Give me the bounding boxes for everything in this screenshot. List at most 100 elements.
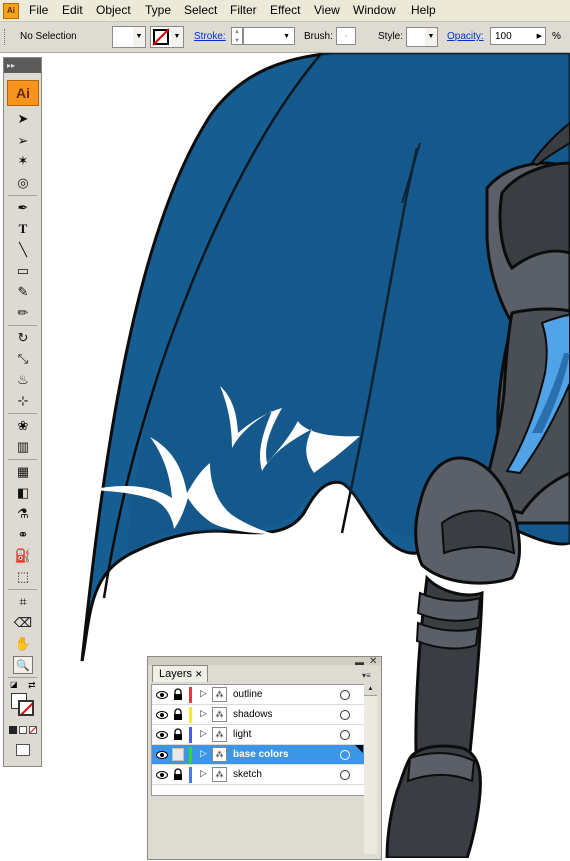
free-transform-tool-icon[interactable]: ⊹ [13,392,33,410]
stroke-weight-field[interactable]: ▼ [243,27,295,45]
lock-icon[interactable] [172,688,184,701]
menu-filter[interactable]: Filter [230,3,257,17]
illustrator-app-icon[interactable]: Ai [3,3,19,19]
panel-minimize-icon[interactable]: ▬ [355,657,364,667]
tab-layers[interactable]: Layers ✕ [152,665,208,682]
opacity-unit: % [552,31,561,42]
line-tool-icon[interactable]: ╲ [13,241,33,259]
column-graph-tool-icon[interactable]: ▥ [13,438,33,456]
menu-view[interactable]: View [314,3,340,17]
none-mode-icon[interactable] [29,726,37,734]
color-mode-icon[interactable] [9,726,17,734]
stroke-color-icon[interactable] [18,700,34,716]
menu-effect[interactable]: Effect [270,3,300,17]
tools-panel-header[interactable]: ▸▸ [4,58,41,73]
tab-close-icon[interactable]: ✕ [195,666,203,683]
layer-row[interactable]: ▷ ⁂ base colors [152,745,364,765]
current-layer-indicator [355,745,363,753]
style-dropdown-arrow[interactable]: ▼ [425,27,438,47]
live-paint-selection-tool-icon[interactable]: ⬚ [13,568,33,586]
mesh-tool-icon[interactable]: ▦ [13,463,33,481]
opacity-label[interactable]: Opacity: [447,31,484,42]
target-circle-icon[interactable] [340,690,350,700]
layer-name[interactable]: outline [233,689,262,700]
pencil-tool-icon[interactable]: ✏ [13,304,33,322]
expand-triangle-icon[interactable]: ▷ [200,708,207,719]
stroke-swatch[interactable] [150,26,172,48]
target-circle-icon[interactable] [340,750,350,760]
target-circle-icon[interactable] [340,770,350,780]
rotate-tool-icon[interactable]: ↻ [13,329,33,347]
menu-file[interactable]: File [29,3,48,17]
type-tool-icon[interactable]: T [13,220,33,238]
lock-icon[interactable] [172,708,184,721]
layer-name[interactable]: light [233,729,251,740]
layer-row[interactable]: ▷ ⁂ shadows [152,705,364,725]
lasso-tool-icon[interactable]: ◎ [13,174,33,192]
pen-tool-icon[interactable]: ✒ [13,199,33,217]
control-bar-grip[interactable] [4,29,8,45]
stroke-label[interactable]: Stroke: [194,31,226,42]
default-colors-icon[interactable]: ◪ [10,680,18,689]
panel-menu-icon[interactable]: ▾≡ [362,671,371,680]
visibility-eye-icon[interactable] [156,710,168,720]
warp-tool-icon[interactable]: ♨ [13,371,33,389]
screen-mode-icon[interactable] [16,744,30,756]
layer-row[interactable]: ▷ ⁂ sketch [152,765,364,785]
expand-triangle-icon[interactable]: ▷ [200,748,207,759]
visibility-eye-icon[interactable] [156,690,168,700]
expand-triangle-icon[interactable]: ▷ [200,768,207,779]
layers-panel-titlebar[interactable] [148,657,381,665]
eyedropper-tool-icon[interactable]: ⚗ [13,505,33,523]
menu-edit[interactable]: Edit [62,3,83,17]
lock-icon[interactable] [172,768,184,781]
expand-triangle-icon[interactable]: ▷ [200,728,207,739]
slice-tool-icon[interactable]: ⌗ [13,593,33,611]
panel-close-icon[interactable]: ✕ [369,656,377,667]
blend-tool-icon[interactable]: ⚭ [13,526,33,544]
menu-window[interactable]: Window [353,3,396,17]
fill-swatch[interactable] [112,26,134,48]
layer-name[interactable]: sketch [233,769,262,780]
scroll-up-arrow[interactable]: ▲ [364,684,377,696]
layer-name[interactable]: base colors [233,749,289,760]
zoom-tool-icon[interactable]: 🔍 [13,656,33,674]
direct-selection-tool-icon[interactable]: ➢ [13,132,33,150]
layer-row[interactable]: ▷ ⁂ light [152,725,364,745]
menu-type[interactable]: Type [145,3,171,17]
gradient-mode-icon[interactable] [19,726,27,734]
lock-toggle-empty[interactable] [172,748,184,761]
none-stroke-icon [152,28,170,46]
target-circle-icon[interactable] [340,710,350,720]
layer-name[interactable]: shadows [233,709,272,720]
paintbrush-tool-icon[interactable]: ✎ [13,283,33,301]
gradient-tool-icon[interactable]: ◧ [13,484,33,502]
eraser-tool-icon[interactable]: ⌫ [13,614,33,632]
selection-tool-icon[interactable]: ➤ [13,110,33,128]
style-swatch[interactable] [406,27,426,47]
brush-dropdown[interactable]: · [336,27,356,45]
rectangle-tool-icon[interactable]: ▭ [13,262,33,280]
symbol-sprayer-tool-icon[interactable]: ❀ [13,417,33,435]
lock-icon[interactable] [172,728,184,741]
live-paint-bucket-tool-icon[interactable]: ⛽ [13,547,33,565]
scale-tool-icon[interactable]: ⤡ [13,350,33,368]
layer-row[interactable]: ▷ ⁂ outline [152,685,364,705]
visibility-eye-icon[interactable] [156,750,168,760]
menu-object[interactable]: Object [96,3,131,17]
visibility-eye-icon[interactable] [156,730,168,740]
menu-select[interactable]: Select [184,3,217,17]
swap-colors-icon[interactable]: ⇄ [28,680,36,691]
magic-wand-tool-icon[interactable]: ✶ [13,152,33,170]
stroke-dropdown-arrow[interactable]: ▼ [171,26,184,48]
stroke-weight-stepper[interactable]: ▲ ▼ [231,27,243,45]
fill-dropdown-arrow[interactable]: ▼ [133,26,146,48]
hand-tool-icon[interactable]: ✋ [13,635,33,653]
expand-triangle-icon[interactable]: ▷ [200,688,207,699]
visibility-eye-icon[interactable] [156,770,168,780]
layers-scrollbar[interactable]: ▲ [364,684,377,854]
menu-help[interactable]: Help [411,3,436,17]
layer-thumbnail: ⁂ [212,687,227,702]
opacity-field[interactable]: 100 ▶ [490,27,546,45]
target-circle-icon[interactable] [340,730,350,740]
